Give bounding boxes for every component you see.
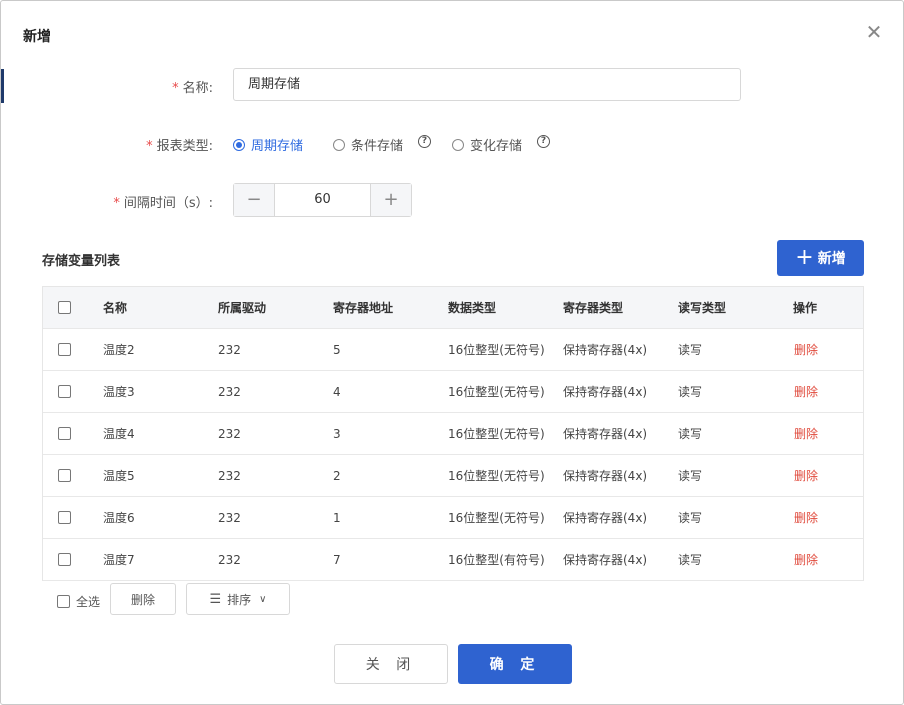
table-row: 温度5 232 2 16位整型(无符号) 保持寄存器(4x) 读写 删除 bbox=[43, 455, 863, 497]
cell-driver: 232 bbox=[218, 552, 241, 567]
row-checkbox[interactable] bbox=[58, 553, 71, 566]
cell-driver: 232 bbox=[218, 384, 241, 399]
cell-name: 温度2 bbox=[103, 343, 135, 357]
cell-data-type: 16位整型(无符号) bbox=[448, 343, 545, 357]
table-header: 名称 所属驱动 寄存器地址 数据类型 寄存器类型 读写类型 操作 bbox=[43, 287, 863, 329]
cell-reg-type: 保持寄存器(4x) bbox=[563, 511, 648, 525]
add-dialog: 新增 ✕ * 名称: 周期存储 * 报表类型: 周期存储 条件存储 ? 变化存储 ?… bbox=[0, 0, 904, 705]
interval-label: * 间隔时间（s）: bbox=[113, 196, 213, 211]
delete-link[interactable]: 删除 bbox=[794, 425, 818, 442]
cell-driver: 232 bbox=[218, 510, 241, 525]
minus-button[interactable]: − bbox=[234, 184, 275, 216]
cell-reg-type: 保持寄存器(4x) bbox=[563, 553, 648, 567]
help-icon[interactable]: ? bbox=[537, 135, 550, 148]
radio-circle-icon bbox=[452, 138, 464, 151]
confirm-button[interactable]: 确 定 bbox=[458, 644, 572, 684]
bulk-actions: 全选 删除 ☰ 排序 ∨ bbox=[42, 583, 864, 616]
row-checkbox[interactable] bbox=[58, 343, 71, 356]
table-row: 温度3 232 4 16位整型(无符号) 保持寄存器(4x) 读写 删除 bbox=[43, 371, 863, 413]
table-row: 温度4 232 3 16位整型(无符号) 保持寄存器(4x) 读写 删除 bbox=[43, 413, 863, 455]
col-driver: 所属驱动 bbox=[218, 301, 267, 315]
delete-link[interactable]: 删除 bbox=[794, 551, 818, 568]
row-checkbox[interactable] bbox=[58, 511, 71, 524]
chevron-down-icon: ∨ bbox=[259, 593, 267, 605]
cell-data-type: 16位整型(无符号) bbox=[448, 469, 545, 483]
row-checkbox[interactable] bbox=[58, 469, 71, 482]
cell-reg-type: 保持寄存器(4x) bbox=[563, 427, 648, 441]
col-name: 名称 bbox=[103, 301, 128, 315]
cell-address: 1 bbox=[333, 510, 341, 525]
radio-condition[interactable]: 条件存储 bbox=[333, 135, 403, 154]
cell-rw: 读写 bbox=[678, 511, 703, 525]
report-type-label: * 报表类型: bbox=[146, 139, 213, 154]
interval-stepper: − 60 + bbox=[233, 183, 412, 217]
sort-dropdown[interactable]: ☰ 排序 ∨ bbox=[186, 583, 290, 615]
delete-link[interactable]: 删除 bbox=[794, 341, 818, 358]
cell-address: 7 bbox=[333, 552, 341, 567]
background-edge bbox=[1, 69, 4, 103]
cell-name: 温度7 bbox=[103, 553, 135, 567]
radio-periodic[interactable]: 周期存储 bbox=[233, 135, 303, 154]
dialog-title: 新增 bbox=[23, 29, 51, 45]
cell-rw: 读写 bbox=[678, 385, 703, 399]
add-variable-button[interactable]: + 新增 bbox=[777, 240, 864, 276]
col-data-type: 数据类型 bbox=[448, 301, 497, 315]
plus-icon: + bbox=[795, 245, 814, 270]
row-checkbox[interactable] bbox=[58, 427, 71, 440]
col-address: 寄存器地址 bbox=[333, 301, 394, 315]
cell-driver: 232 bbox=[218, 426, 241, 441]
cell-reg-type: 保持寄存器(4x) bbox=[563, 343, 648, 357]
bulk-delete-button[interactable]: 删除 bbox=[110, 583, 176, 615]
name-input[interactable]: 周期存储 bbox=[233, 68, 741, 101]
cell-address: 2 bbox=[333, 468, 341, 483]
cell-driver: 232 bbox=[218, 468, 241, 483]
radio-change[interactable]: 变化存储 bbox=[452, 135, 522, 154]
row-checkbox[interactable] bbox=[58, 385, 71, 398]
help-icon[interactable]: ? bbox=[418, 135, 431, 148]
col-rw: 读写类型 bbox=[678, 301, 727, 315]
name-label: * 名称: bbox=[172, 81, 213, 96]
close-icon[interactable]: ✕ bbox=[863, 21, 885, 43]
sort-icon: ☰ bbox=[209, 591, 222, 607]
cell-address: 4 bbox=[333, 384, 341, 399]
variable-table: 名称 所属驱动 寄存器地址 数据类型 寄存器类型 读写类型 操作 温度2 232… bbox=[42, 286, 864, 581]
cell-data-type: 16位整型(无符号) bbox=[448, 427, 545, 441]
section-title: 存储变量列表 bbox=[42, 254, 121, 269]
plus-button[interactable]: + bbox=[370, 184, 411, 216]
cell-rw: 读写 bbox=[678, 343, 703, 357]
cell-rw: 读写 bbox=[678, 469, 703, 483]
radio-dot-icon bbox=[233, 138, 245, 151]
cell-reg-type: 保持寄存器(4x) bbox=[563, 385, 648, 399]
cell-name: 温度6 bbox=[103, 511, 135, 525]
select-all-checkbox[interactable]: 全选 bbox=[57, 593, 100, 610]
radio-circle-icon bbox=[333, 138, 345, 151]
col-action: 操作 bbox=[793, 301, 818, 315]
cell-driver: 232 bbox=[218, 342, 241, 357]
cell-name: 温度4 bbox=[103, 427, 135, 441]
cell-data-type: 16位整型(无符号) bbox=[448, 385, 545, 399]
delete-link[interactable]: 删除 bbox=[794, 509, 818, 526]
cell-reg-type: 保持寄存器(4x) bbox=[563, 469, 648, 483]
cell-address: 3 bbox=[333, 426, 341, 441]
close-button[interactable]: 关 闭 bbox=[334, 644, 448, 684]
col-reg-type: 寄存器类型 bbox=[563, 301, 624, 315]
table-row: 温度7 232 7 16位整型(有符号) 保持寄存器(4x) 读写 删除 bbox=[43, 539, 863, 581]
cell-address: 5 bbox=[333, 342, 341, 357]
cell-name: 温度3 bbox=[103, 385, 135, 399]
interval-value[interactable]: 60 bbox=[275, 184, 370, 216]
table-row: 温度6 232 1 16位整型(无符号) 保持寄存器(4x) 读写 删除 bbox=[43, 497, 863, 539]
cell-rw: 读写 bbox=[678, 427, 703, 441]
table-row: 温度2 232 5 16位整型(无符号) 保持寄存器(4x) 读写 删除 bbox=[43, 329, 863, 371]
cell-name: 温度5 bbox=[103, 469, 135, 483]
delete-link[interactable]: 删除 bbox=[794, 467, 818, 484]
cell-rw: 读写 bbox=[678, 553, 703, 567]
header-checkbox[interactable] bbox=[58, 301, 71, 314]
checkbox-icon bbox=[57, 595, 70, 608]
cell-data-type: 16位整型(无符号) bbox=[448, 511, 545, 525]
cell-data-type: 16位整型(有符号) bbox=[448, 553, 545, 567]
delete-link[interactable]: 删除 bbox=[794, 383, 818, 400]
